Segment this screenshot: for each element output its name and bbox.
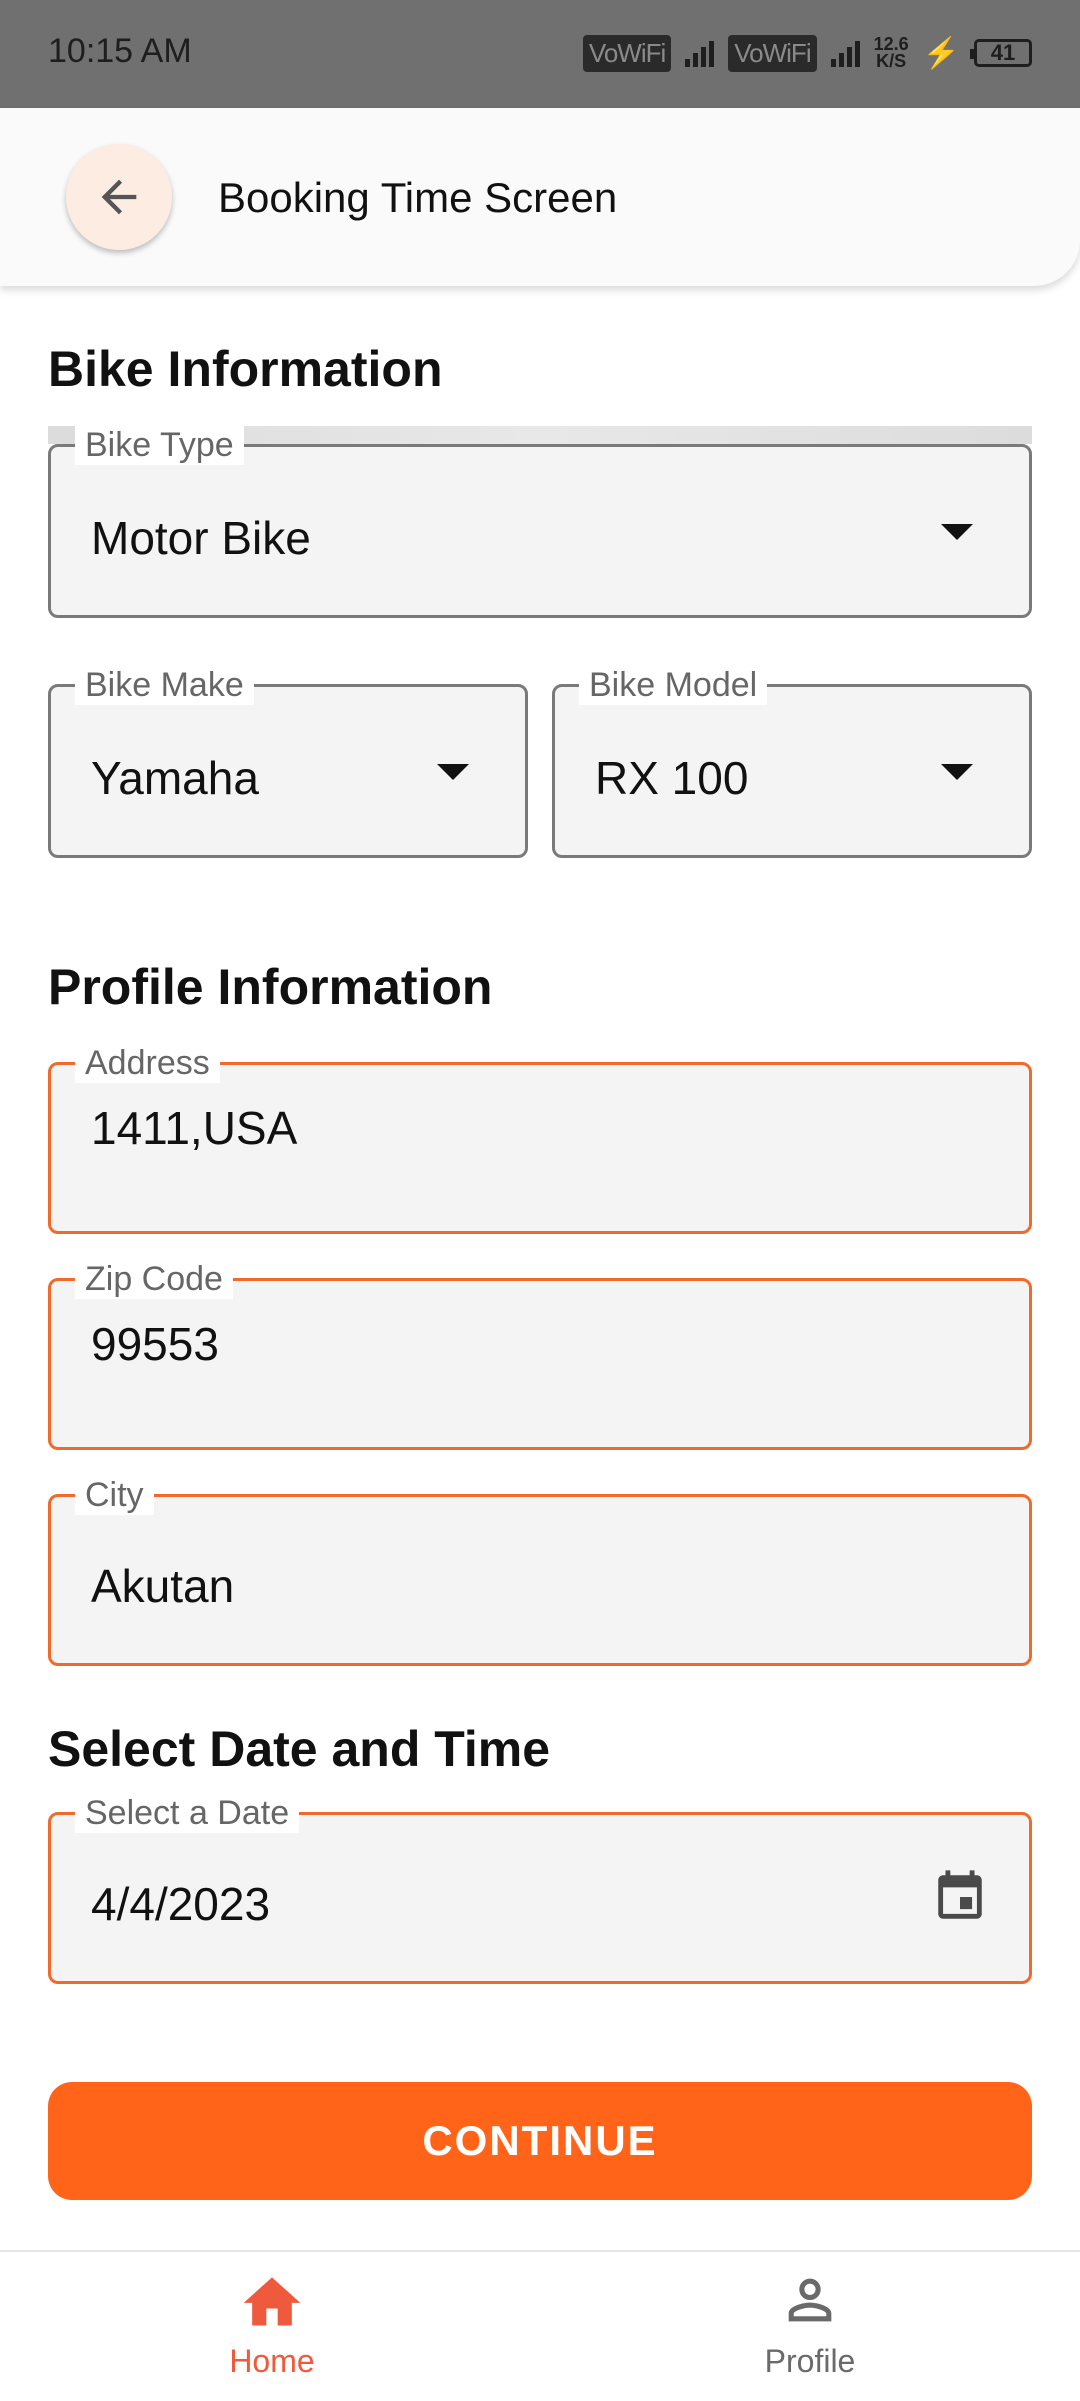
nav-profile-label: Profile — [764, 2343, 856, 2379]
bike-type-label: Bike Type — [75, 425, 244, 465]
network-speed: 12.6 K/S — [874, 35, 909, 71]
status-bar: 10:15 AM VoWiFi VoWiFi 12.6 K/S ⚡ 41 — [0, 0, 1080, 108]
bike-model-label: Bike Model — [579, 665, 768, 705]
bike-model-dropdown[interactable]: Bike Model RX 100 — [552, 665, 1032, 858]
address-label: Address — [75, 1043, 220, 1083]
arrow-left-icon — [101, 179, 137, 215]
dropdown-arrow-icon — [437, 764, 469, 780]
date-picker-field[interactable]: Select a Date 4/4/2023 — [48, 1793, 1032, 1984]
city-label: City — [75, 1475, 154, 1515]
page-title: Booking Time Screen — [218, 174, 618, 221]
bike-information-heading: Bike Information — [48, 341, 443, 397]
bike-make-value: Yamaha — [91, 752, 259, 804]
bike-make-dropdown[interactable]: Bike Make Yamaha — [48, 665, 528, 858]
continue-button[interactable]: CONTINUE — [48, 2082, 1032, 2200]
dropdown-arrow-icon — [941, 524, 973, 540]
charging-icon: ⚡ — [922, 36, 960, 70]
dropdown-arrow-icon — [941, 764, 973, 780]
bike-make-label: Bike Make — [75, 665, 254, 705]
vowifi-badge-1: VoWiFi — [582, 34, 672, 72]
nav-home[interactable]: Home — [142, 2268, 402, 2380]
back-button[interactable] — [66, 144, 172, 250]
status-time: 10:15 AM — [48, 32, 192, 70]
home-icon — [243, 2277, 301, 2326]
nav-profile[interactable]: Profile — [680, 2268, 940, 2380]
zip-code-field[interactable]: Zip Code 99553 — [48, 1259, 1032, 1450]
signal-icon — [685, 39, 715, 67]
zip-code-label: Zip Code — [75, 1259, 233, 1299]
address-value: 1411,USA — [91, 1102, 298, 1154]
bottom-navigation: Home Profile — [0, 2250, 1080, 2401]
status-icons: VoWiFi VoWiFi 12.6 K/S ⚡ 41 — [582, 30, 1032, 76]
calendar-icon[interactable] — [931, 1866, 989, 1928]
address-field[interactable]: Address 1411,USA — [48, 1043, 1032, 1234]
profile-information-heading: Profile Information — [48, 959, 493, 1015]
bike-model-value: RX 100 — [595, 752, 749, 804]
select-date-time-heading: Select Date and Time — [48, 1721, 551, 1777]
person-icon — [788, 2278, 832, 2322]
city-field[interactable]: City Akutan — [48, 1475, 1032, 1666]
zip-code-value: 99553 — [91, 1318, 219, 1370]
battery-icon: 41 — [970, 39, 1032, 67]
bike-type-value: Motor Bike — [91, 512, 311, 564]
signal-icon-2 — [830, 39, 860, 67]
network-speed-unit: K/S — [876, 51, 907, 71]
city-value: Akutan — [91, 1560, 235, 1612]
date-value: 4/4/2023 — [91, 1878, 271, 1930]
bike-type-dropdown[interactable]: Bike Type Motor Bike — [48, 425, 1032, 618]
date-label: Select a Date — [75, 1793, 300, 1833]
nav-home-label: Home — [229, 2343, 315, 2379]
vowifi-badge-2: VoWiFi — [728, 34, 817, 72]
app-bar: Booking Time Screen — [0, 108, 1080, 286]
